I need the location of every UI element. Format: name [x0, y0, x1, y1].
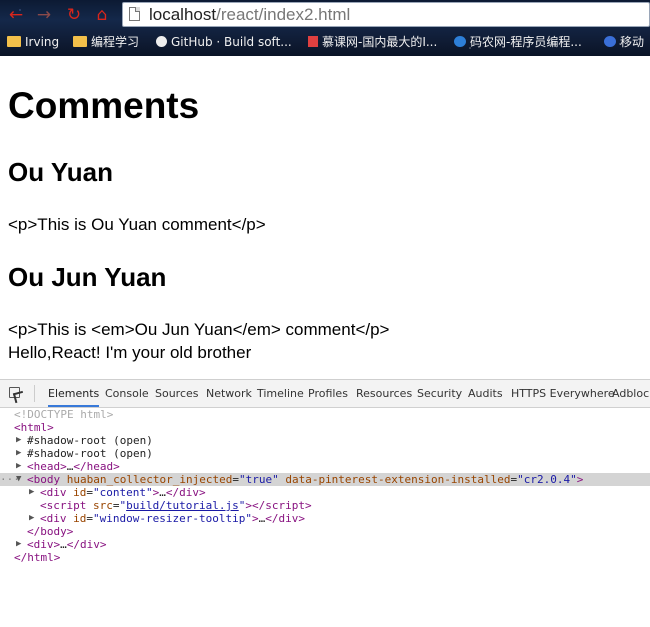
page-title: Comments — [8, 85, 200, 126]
bookmark-irving[interactable]: Irving — [7, 33, 59, 51]
attr-name: src — [93, 499, 113, 512]
dom-line-html-close[interactable]: </html> — [0, 551, 650, 564]
youdao-icon — [604, 36, 616, 47]
tab-console[interactable]: Console — [105, 380, 149, 407]
tab-audits[interactable]: Audits — [468, 380, 503, 407]
tab-network[interactable]: Network — [206, 380, 252, 407]
collapse-arrow-icon[interactable]: ▼ — [16, 473, 21, 486]
expand-arrow-icon[interactable]: ▶ — [16, 460, 21, 473]
expand-arrow-icon[interactable]: ▶ — [16, 538, 21, 551]
body-close-tag: </body> — [27, 525, 74, 538]
dom-tree: <!DOCTYPE html> <html> ▶ #shadow-root (o… — [0, 408, 650, 564]
bookmark-label: 码农网-程序员编程... — [470, 35, 582, 49]
expand-arrow-icon[interactable]: ▶ — [16, 447, 21, 460]
manong-icon — [454, 36, 466, 47]
tag-name: div — [46, 512, 67, 525]
tab-elements[interactable]: Elements — [48, 380, 100, 407]
dom-line-shadow-root[interactable]: ▶ #shadow-root (open) — [0, 434, 650, 447]
ellipsis: … — [159, 486, 166, 499]
head-open-tag: <head> — [27, 460, 67, 473]
dom-line-html[interactable]: <html> — [0, 421, 650, 434]
bookmark-mobile[interactable]: 移动 — [604, 33, 644, 51]
div-close-tag: </div> — [265, 512, 305, 525]
attr-value: true — [245, 473, 273, 486]
browser-chrome: ← → ↻ ⌂ localhost/react/index2.html Irvi… — [0, 0, 650, 56]
folder-icon — [73, 36, 87, 47]
attr-value: window-resizer-tooltip — [99, 512, 246, 525]
dom-line-shadow-root[interactable]: ▶ #shadow-root (open) — [0, 447, 650, 460]
head-close-tag: </head> — [73, 460, 120, 473]
html-open-tag: <html> — [14, 421, 54, 434]
tab-security[interactable]: Security — [417, 380, 462, 407]
comment-author: Ou Yuan — [8, 157, 113, 187]
forward-arrow-icon[interactable]: → — [34, 6, 54, 24]
bookmark-label: 慕课网-国内最大的I... — [322, 35, 438, 49]
bookmark-programming[interactable]: 编程学习 — [73, 33, 139, 51]
comment-text: <p>This is <em>Ou Jun Yuan</em> comment<… — [8, 320, 390, 339]
attr-name: data-pinterest-extension-installed — [285, 473, 511, 486]
comment-text: <p>This is Ou Yuan comment</p> — [8, 215, 266, 234]
expand-arrow-icon[interactable]: ▶ — [29, 512, 34, 525]
dom-line-script[interactable]: <script src="build/tutorial.js"></script… — [0, 499, 650, 512]
dom-line-body-close[interactable]: </body> — [0, 525, 650, 538]
shadow-root-text: #shadow-root (open) — [27, 447, 153, 460]
folder-icon — [7, 36, 21, 47]
tab-resources[interactable]: Resources — [356, 380, 412, 407]
bookmark-label: Irving — [25, 35, 60, 49]
comment-author: Ou Jun Yuan — [8, 262, 167, 292]
bookmark-label: GitHub · Build soft... — [171, 35, 292, 49]
reload-icon[interactable]: ↻ — [64, 6, 84, 24]
inspect-element-icon[interactable] — [9, 387, 20, 398]
url-host: localhost — [149, 5, 217, 24]
url-path: /react/index2.html — [216, 5, 351, 24]
tag-name: script — [46, 499, 87, 512]
toolbar-divider — [34, 385, 35, 402]
page-icon — [129, 7, 140, 21]
bookmark-manong[interactable]: 码农网-程序员编程... — [454, 33, 582, 51]
bookmark-label: 移动 — [620, 35, 645, 49]
bookmark-label: 编程学习 — [91, 35, 140, 49]
devtools-panel: Elements Console Sources Network Timelin… — [0, 379, 650, 627]
dom-line-div-content[interactable]: ▶ <div id="content">…</div> — [0, 486, 650, 499]
shadow-root-text: #shadow-root (open) — [27, 434, 153, 447]
back-arrow-icon[interactable]: ← — [6, 6, 26, 24]
attr-name: id — [73, 486, 87, 499]
doctype-text: <!DOCTYPE html> — [14, 408, 114, 421]
expand-arrow-icon[interactable]: ▶ — [16, 434, 21, 447]
div-close-tag: </div> — [165, 486, 206, 499]
home-icon[interactable]: ⌂ — [92, 6, 112, 24]
imooc-icon — [308, 36, 318, 47]
div-open-tag: <div> — [27, 538, 61, 551]
attr-name: id — [73, 512, 87, 525]
devtools-toolbar: Elements Console Sources Network Timelin… — [0, 380, 650, 408]
dom-line-body[interactable]: ··· ▼ <body huaban_collector_injected="t… — [0, 473, 650, 486]
address-bar[interactable]: localhost/react/index2.html — [122, 2, 650, 27]
html-close-tag: </html> — [14, 551, 61, 564]
tag-name: script — [265, 499, 305, 512]
body-tag-name: body — [33, 473, 61, 486]
tab-https-everywhere[interactable]: HTTPS Everywhere — [511, 380, 615, 407]
expand-arrow-icon[interactable]: ▶ — [29, 486, 34, 499]
dom-line-div-resizer[interactable]: ▶ <div id="window-resizer-tooltip">…</di… — [0, 512, 650, 525]
ellipsis: … — [60, 538, 67, 551]
bookmark-github[interactable]: GitHub · Build soft... — [156, 33, 292, 51]
tab-adblock[interactable]: Adblock — [612, 380, 650, 407]
dom-line-head[interactable]: ▶ <head>…</head> — [0, 460, 650, 473]
dom-line-doctype[interactable]: <!DOCTYPE html> — [0, 408, 650, 421]
script-src-link[interactable]: build/tutorial.js — [126, 499, 239, 512]
div-close-tag: </div> — [66, 538, 107, 551]
tag-name: div — [46, 486, 67, 499]
attr-value: content — [99, 486, 146, 499]
hello-text: Hello,React! I'm your old brother — [8, 343, 252, 362]
url-text: localhost/react/index2.html — [149, 4, 350, 26]
tab-profiles[interactable]: Profiles — [308, 380, 348, 407]
tab-sources[interactable]: Sources — [155, 380, 199, 407]
bookmark-imooc[interactable]: 慕课网-国内最大的I... — [308, 33, 437, 51]
attr-name: huaban_collector_injected — [66, 473, 233, 486]
attr-value: cr2.0.4 — [523, 473, 571, 486]
tab-timeline[interactable]: Timeline — [257, 380, 304, 407]
github-icon — [156, 36, 167, 47]
dom-line-div[interactable]: ▶ <div>…</div> — [0, 538, 650, 551]
bookmarks-bar: Irving 编程学习 GitHub · Build soft... 慕课网-国… — [0, 30, 650, 54]
